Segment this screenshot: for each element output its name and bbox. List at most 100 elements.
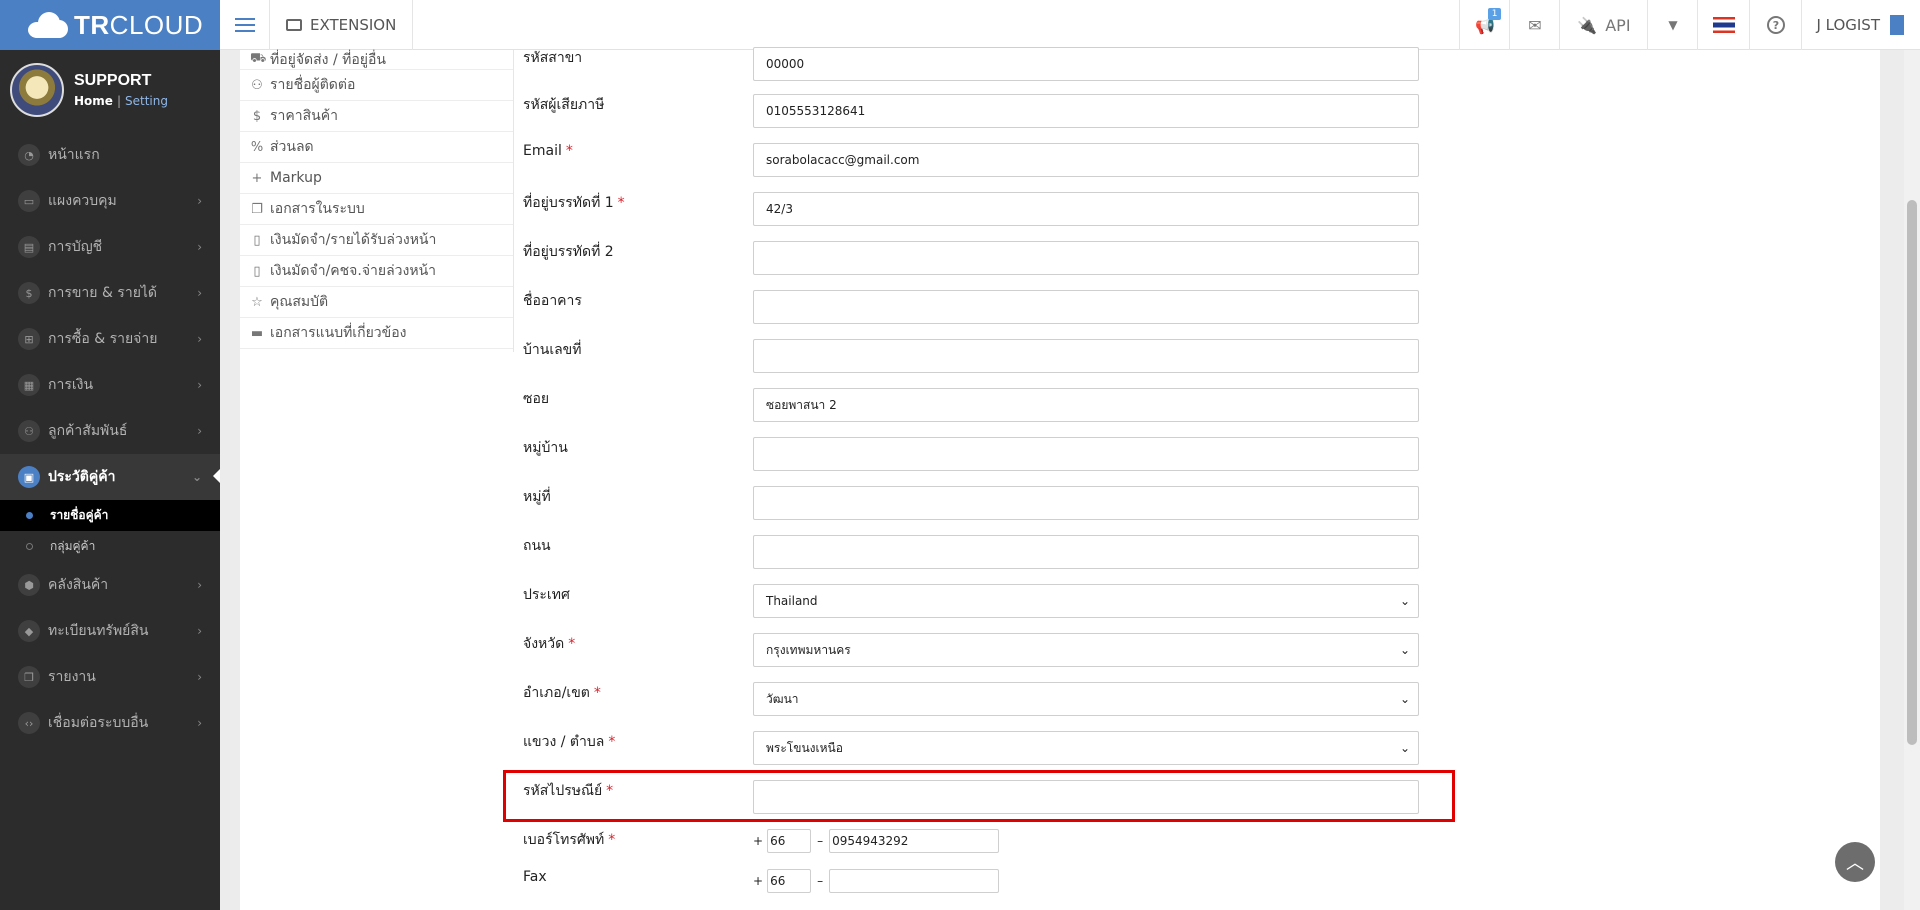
avatar[interactable] bbox=[10, 63, 64, 117]
sidebar-item-integrations[interactable]: ‹› เชื่อมต่อระบบอื่น › bbox=[0, 700, 220, 746]
fax-dash: – bbox=[817, 874, 824, 888]
messages-button[interactable]: ✉ bbox=[1509, 0, 1559, 50]
setting-link[interactable]: Setting bbox=[125, 94, 168, 108]
province-select[interactable]: กรุงเทพมหานคร ⌄ bbox=[753, 633, 1419, 667]
province-label: จังหวัด * bbox=[523, 636, 576, 652]
district-select[interactable]: วัฒนา ⌄ bbox=[753, 682, 1419, 716]
scroll-thumb[interactable] bbox=[1907, 200, 1917, 745]
tax-id-input[interactable] bbox=[753, 94, 1419, 128]
required-mark: * bbox=[608, 832, 616, 848]
sidebar-item-reports[interactable]: ❐ รายงาน › bbox=[0, 654, 220, 700]
subnav-item-deposit-received[interactable]: ▯ เงินมัดจำ/รายได้รับล่วงหน้า bbox=[240, 225, 514, 256]
row-soi: ซอย bbox=[523, 388, 1423, 422]
soi-label: ซอย bbox=[523, 391, 550, 407]
home-link[interactable]: Home bbox=[74, 94, 113, 108]
email-input[interactable] bbox=[753, 143, 1419, 177]
truck-icon: ⛟ bbox=[250, 51, 267, 66]
subnav-item-attachments[interactable]: ▬ เอกสารแนบที่เกี่ยวข้อง bbox=[240, 318, 514, 349]
soi-input[interactable] bbox=[753, 388, 1419, 422]
chevron-right-icon: › bbox=[197, 286, 202, 300]
book-icon: ▤ bbox=[18, 236, 40, 258]
sidebar-item-crm[interactable]: ⚇ ลูกค้าสัมพันธ์ › bbox=[0, 408, 220, 454]
phone-group: + – bbox=[753, 829, 1000, 853]
chevron-right-icon: › bbox=[197, 194, 202, 208]
road-input[interactable] bbox=[753, 535, 1419, 569]
caret-down-icon: ▼ bbox=[1668, 18, 1678, 32]
subnav-item-attributes[interactable]: ☆ คุณสมบัติ bbox=[240, 287, 514, 318]
folder-icon: ▬ bbox=[250, 325, 264, 341]
subnav-item-markup[interactable]: + Markup bbox=[240, 163, 514, 194]
row-branch-code: รหัสสาขา bbox=[523, 47, 1423, 81]
subnav-item-prices[interactable]: $ ราคาสินค้า bbox=[240, 101, 514, 132]
phone-number-input[interactable] bbox=[829, 829, 1000, 853]
star-icon: ☆ bbox=[251, 294, 263, 310]
sidebar-item-control-panel[interactable]: ▭ แผงควบคุม › bbox=[0, 178, 220, 224]
help-button[interactable]: ? bbox=[1749, 0, 1801, 50]
sidebar-item-partners[interactable]: ▣ ประวัติคู่ค้า ⌄ bbox=[0, 454, 221, 500]
address2-input[interactable] bbox=[753, 241, 1419, 275]
moo-input[interactable] bbox=[753, 486, 1419, 520]
subnav-item-contacts[interactable]: ⚇ รายชื่อผู้ติดต่อ bbox=[240, 70, 514, 101]
row-subdistrict: แขวง / ตำบล * พระโขนงเหนือ ⌄ bbox=[523, 731, 1423, 765]
subdistrict-label: แขวง / ตำบล * bbox=[523, 734, 616, 750]
sidebar-item-label: การบัญชี bbox=[48, 239, 103, 255]
building-input[interactable] bbox=[753, 290, 1419, 324]
scrollbar[interactable] bbox=[1904, 50, 1920, 910]
address1-label: ที่อยู่บรรทัดที่ 1 * bbox=[523, 195, 625, 211]
language-button[interactable] bbox=[1697, 0, 1749, 50]
branch-code-input[interactable] bbox=[753, 47, 1419, 81]
sidebar-item-purchases[interactable]: ⊞ การซื้อ & รายจ่าย › bbox=[0, 316, 220, 362]
scroll-to-top-button[interactable]: ︿ bbox=[1835, 842, 1875, 882]
country-label: ประเทศ bbox=[523, 587, 570, 603]
cubes-icon: ⬢ bbox=[18, 574, 40, 596]
required-mark: * bbox=[593, 685, 601, 701]
required-mark: * bbox=[617, 195, 625, 211]
address1-input[interactable] bbox=[753, 192, 1419, 226]
sidebar-item-assets[interactable]: ◆ ทะเบียนทรัพย์สิน › bbox=[0, 608, 220, 654]
sidebar-item-home[interactable]: ◔ หน้าแรก bbox=[0, 132, 220, 178]
subdistrict-select[interactable]: พระโขนงเหนือ ⌄ bbox=[753, 731, 1419, 765]
chevron-down-icon: ⌄ bbox=[1399, 692, 1410, 706]
email-label: Email * bbox=[523, 143, 573, 159]
sidebar-item-label: หน้าแรก bbox=[48, 147, 100, 163]
diamond-icon: ◆ bbox=[18, 620, 40, 642]
tax-id-label: รหัสผู้เสียภาษี bbox=[523, 97, 605, 113]
village-input[interactable] bbox=[753, 437, 1419, 471]
sidebar-item-inventory[interactable]: ⬢ คลังสินค้า › bbox=[0, 562, 220, 608]
brand-bold: TR bbox=[74, 9, 110, 40]
chevron-down-icon: ⌄ bbox=[1399, 741, 1410, 755]
sidebar-item-finance[interactable]: ▦ การเงิน › bbox=[0, 362, 220, 408]
api-button[interactable]: 🔌 API bbox=[1559, 0, 1647, 50]
phone-prefix: + bbox=[753, 834, 764, 848]
phone-country-code-input[interactable] bbox=[767, 829, 812, 853]
subnav-item-shipping-address[interactable]: ⛟ ที่อยู่จัดส่ง / ที่อยู่อื่น bbox=[240, 50, 514, 70]
menu-toggle-button[interactable] bbox=[220, 0, 270, 50]
company-menu[interactable]: J LOGIST bbox=[1801, 0, 1920, 50]
sidebar-item-sales[interactable]: $ การขาย & รายได้ › bbox=[0, 270, 220, 316]
subnav-item-documents[interactable]: ❐ เอกสารในระบบ bbox=[240, 194, 514, 225]
chevron-right-icon: › bbox=[197, 624, 202, 638]
dropdown-button[interactable]: ▼ bbox=[1647, 0, 1697, 50]
separator: | bbox=[116, 94, 121, 108]
sidebar-subitem-label: รายชื่อคู่ค้า bbox=[50, 508, 109, 522]
sidebar-item-label: รายงาน bbox=[48, 669, 96, 685]
sidebar-subitem-partner-list[interactable]: รายชื่อคู่ค้า bbox=[0, 500, 220, 531]
house-no-label: บ้านเลขที่ bbox=[523, 342, 582, 358]
fax-country-code-input[interactable] bbox=[767, 869, 812, 893]
row-moo: หมู่ที่ bbox=[523, 486, 1423, 520]
house-no-input[interactable] bbox=[753, 339, 1419, 373]
notifications-button[interactable]: 📢 1 bbox=[1459, 0, 1509, 50]
country-select[interactable]: Thailand ⌄ bbox=[753, 584, 1419, 618]
subnav-item-discount[interactable]: % ส่วนลด bbox=[240, 132, 514, 163]
sidebar-item-label: การขาย & รายได้ bbox=[48, 285, 158, 301]
row-email: Email * bbox=[523, 143, 1423, 177]
plug-icon: 🔌 bbox=[1577, 15, 1598, 35]
subnav-item-deposit-paid[interactable]: ▯ เงินมัดจำ/คชจ.จ่ายล่วงหน้า bbox=[240, 256, 514, 287]
required-mark: * bbox=[608, 734, 616, 750]
sidebar-subitem-partner-groups[interactable]: กลุ่มคู่ค้า bbox=[0, 531, 220, 562]
logo[interactable]: TRCLOUD bbox=[0, 0, 220, 50]
sidebar-item-accounting[interactable]: ▤ การบัญชี › bbox=[0, 224, 220, 270]
sidebar: TRCLOUD SUPPORT Home | Setting ◔ หน้าแรก ▭ แ… bbox=[0, 0, 221, 910]
fax-number-input[interactable] bbox=[829, 869, 1000, 893]
extension-button[interactable]: EXTENSION bbox=[270, 0, 414, 50]
